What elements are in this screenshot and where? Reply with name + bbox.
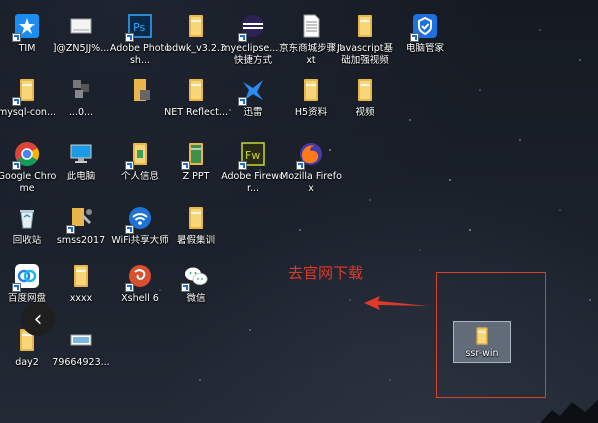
- sql-icon: [66, 204, 95, 234]
- icon-label: Javascript基础加强视频: [336, 43, 394, 66]
- desktop-icon-folder-net-reflector[interactable]: NET Reflect...: [164, 70, 228, 134]
- pc-manager-icon: [410, 12, 439, 42]
- folder-icon: [471, 325, 493, 347]
- icon-label: 迅雷: [243, 107, 263, 118]
- folder-icon: [297, 76, 325, 104]
- desktop-icon-pc-manager[interactable]: 电脑管家: [394, 6, 456, 70]
- icon-label: 暑假集训: [176, 235, 215, 246]
- desktop-icon-smss2017[interactable]: smss2017: [50, 198, 112, 262]
- icon-label: WiFi共享大师: [111, 235, 169, 246]
- desktop-icon-blurred-2[interactable]: [109, 70, 171, 134]
- icon-label: ]@ZN5JJ%...: [52, 43, 110, 54]
- folder-icon: [125, 140, 154, 170]
- desktop-icon-firefox[interactable]: Mozilla Firefox: [280, 134, 342, 198]
- icon-label: 79664923...: [52, 357, 110, 368]
- icon-label: 视频: [355, 107, 375, 118]
- desktop-icon-photoshop[interactable]: Ps Adobe Photosh...: [109, 6, 171, 70]
- icon-label: Z PPT: [182, 171, 210, 182]
- icon-label: myeclipse... - 快捷方式: [221, 43, 285, 66]
- document-icon: [67, 12, 95, 40]
- svg-text:Ps: Ps: [133, 21, 145, 34]
- icon-label: NET Reflect...: [164, 107, 228, 118]
- blurred-icon: [67, 76, 95, 104]
- desktop-icon-file[interactable]: ]@ZN5JJ%...: [50, 6, 112, 70]
- desktop-icon-folder-h5[interactable]: H5资料: [280, 70, 342, 134]
- firefox-icon: [296, 140, 325, 170]
- desktop-icon-z-ppt[interactable]: Z PPT: [165, 134, 227, 198]
- desktop-icon-image-file[interactable]: 79664923...: [50, 320, 112, 384]
- desktop-icon-folder-bdwk[interactable]: bdwk_v3.2.3: [165, 6, 227, 70]
- folder-icon: [67, 262, 95, 290]
- fireworks-icon: Fw: [238, 140, 267, 170]
- arrow-left-icon: [364, 296, 428, 310]
- svg-text:Fw: Fw: [245, 149, 260, 162]
- icon-label: bdwk_v3.2.3: [166, 43, 226, 54]
- folder-icon: [351, 12, 379, 40]
- wechat-icon: [181, 262, 210, 292]
- icon-label: Mozilla Firefox: [280, 171, 342, 194]
- chrome-icon: [12, 140, 41, 170]
- blurred-icon: [126, 76, 154, 104]
- recycle-bin-icon: [13, 204, 41, 232]
- desktop-icon-folder-summer[interactable]: 暑假集训: [165, 198, 227, 262]
- folder-icon: [182, 204, 210, 232]
- desktop-icon-fireworks[interactable]: Fw Adobe Firewor...: [221, 134, 285, 198]
- icon-label: ...0...: [68, 107, 94, 118]
- baidu-netdisk-icon: [12, 262, 41, 292]
- annotation-text: 去官网下载: [288, 264, 364, 282]
- wifi-icon: [125, 204, 154, 234]
- computer-icon: [67, 140, 95, 168]
- icon-label: Adobe Firewor...: [221, 171, 285, 194]
- xshell-icon: [125, 262, 154, 292]
- desktop-icon-myeclipse[interactable]: myeclipse... - 快捷方式: [221, 6, 285, 70]
- chevron-left-icon: ‹: [33, 306, 43, 332]
- image-file-icon: [67, 326, 95, 354]
- icon-label: Xshell 6: [121, 293, 159, 304]
- desktop-icon-xshell[interactable]: Xshell 6: [109, 256, 171, 320]
- icon-label: 此电脑: [66, 171, 96, 182]
- desktop-icon-wechat[interactable]: 微信: [165, 256, 227, 320]
- icon-label: 电脑管家: [405, 43, 444, 54]
- back-button[interactable]: ‹: [21, 302, 55, 336]
- xunlei-icon: [238, 76, 267, 106]
- photoshop-icon: Ps: [125, 12, 154, 42]
- folder-icon: [182, 12, 210, 40]
- icon-label: ssr-win: [465, 348, 499, 359]
- desktop-icon-blurred-1[interactable]: ...0...: [50, 70, 112, 134]
- desktop-icon-wifi-master[interactable]: WiFi共享大师: [109, 198, 171, 262]
- icon-label: 微信: [186, 293, 206, 304]
- folder-icon: [351, 76, 379, 104]
- desktop-icon-folder-video[interactable]: 视频: [334, 70, 396, 134]
- desktop-icon-folder-javascript[interactable]: Javascript基础加强视频: [334, 6, 396, 70]
- desktop-icon-folder-personal[interactable]: 个人信息: [109, 134, 171, 198]
- icon-label: 个人信息: [120, 171, 159, 182]
- eclipse-icon: [238, 12, 267, 42]
- tim-icon: [12, 12, 41, 42]
- desktop-icon-ssr-win[interactable]: ssr-win: [453, 321, 511, 363]
- desktop-icon-xunlei[interactable]: 迅雷: [222, 70, 284, 134]
- folder-icon: [12, 76, 41, 106]
- desktop-icon-this-pc[interactable]: 此电脑: [50, 134, 112, 198]
- icon-label: xxxx: [69, 293, 93, 304]
- desktop-icon-folder-xxxx[interactable]: xxxx: [50, 256, 112, 320]
- icon-label: smss2017: [56, 235, 106, 246]
- text-file-icon: [297, 12, 325, 40]
- folder-icon: [182, 76, 210, 104]
- ppt-icon: [181, 140, 210, 170]
- icon-label: Adobe Photosh...: [109, 43, 171, 66]
